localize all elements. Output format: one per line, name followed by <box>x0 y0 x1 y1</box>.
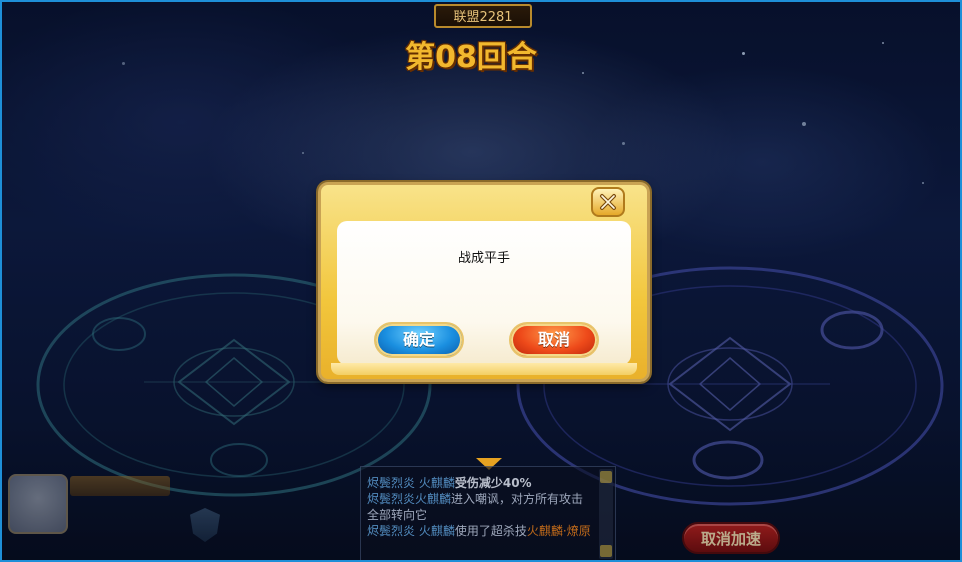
cancel-button[interactable]: 取消 <box>509 322 599 358</box>
rank-shield-icon <box>190 508 220 542</box>
round-title: 第08回合 <box>405 40 537 75</box>
dialog-body: 战成平手 确定 取消 <box>337 221 631 365</box>
log-line: 烬鬓烈炎火麒麟进入嘲讽，对方所有攻击全部转向它 <box>367 492 584 522</box>
battle-scene: 联盟2281 第08回合 烬鬓烈炎 火麒麟受伤减少40% 烬鬓烈炎火麒麟进入嘲讽… <box>0 0 962 562</box>
log-line: 烬鬓烈炎 火麒麟使用了超杀技火麒麟·燎原 <box>367 524 591 538</box>
result-dialog: 战成平手 确定 取消 <box>318 182 650 382</box>
confirm-button[interactable]: 确定 <box>374 322 464 358</box>
close-button[interactable] <box>591 187 625 217</box>
player-panel <box>4 468 294 558</box>
battle-log-text: 烬鬓烈炎 火麒麟受伤减少40% 烬鬓烈炎火麒麟进入嘲讽，对方所有攻击全部转向它 … <box>367 475 595 539</box>
scroll-up-icon[interactable] <box>600 471 612 483</box>
close-icon <box>600 194 616 210</box>
dialog-footer <box>331 363 637 375</box>
battle-log: 烬鬓烈炎 火麒麟受伤减少40% 烬鬓烈炎火麒麟进入嘲讽，对方所有攻击全部转向它 … <box>360 466 616 560</box>
scroll-down-icon[interactable] <box>600 545 612 557</box>
dialog-message: 战成平手 <box>457 251 510 266</box>
log-line: 烬鬓烈炎 火麒麟受伤减少40% <box>367 476 532 490</box>
alliance-tag: 联盟2281 <box>434 4 532 28</box>
player-avatar <box>8 474 68 534</box>
player-name-plate <box>70 476 170 496</box>
cancel-speed-button[interactable]: 取消加速 <box>682 522 780 554</box>
log-scrollbar[interactable] <box>599 469 613 559</box>
